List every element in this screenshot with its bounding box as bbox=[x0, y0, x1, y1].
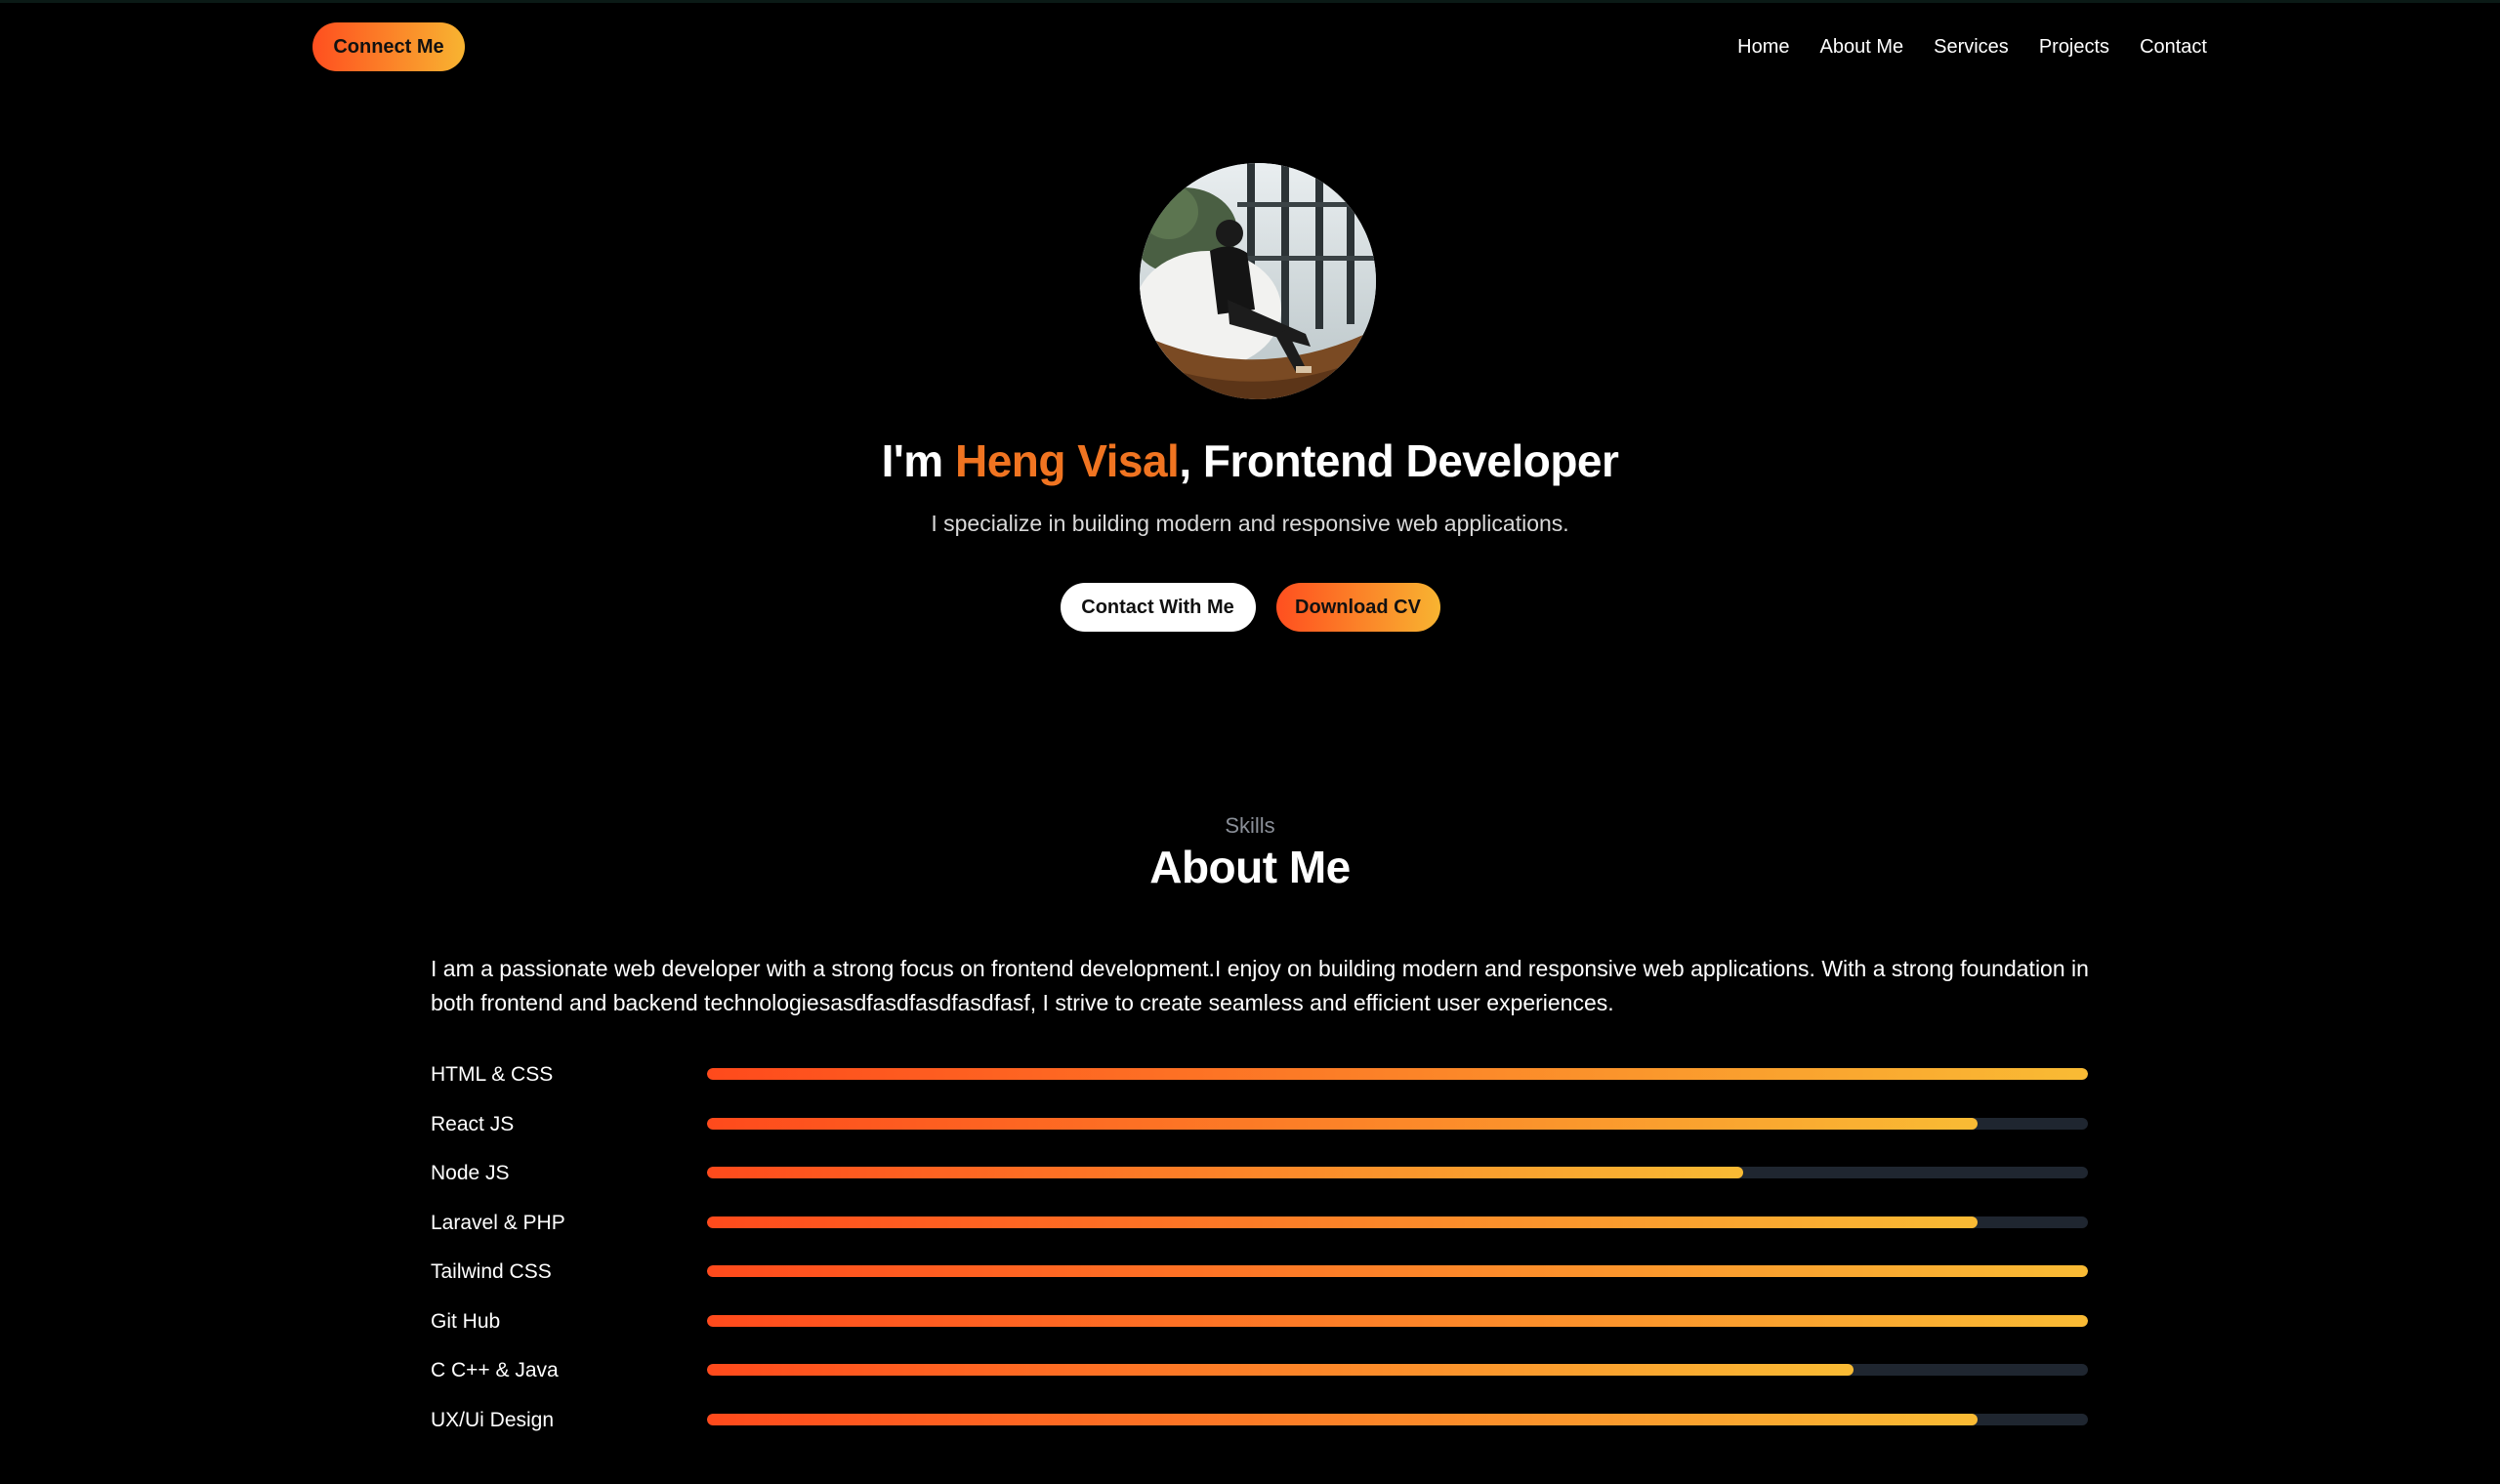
hero-buttons: Contact With Me Download CV bbox=[0, 583, 2500, 632]
skill-progress-track bbox=[707, 1314, 2088, 1327]
skill-progress-track bbox=[707, 1364, 2088, 1376]
skill-row: HTML & CSS bbox=[431, 1057, 2088, 1107]
section-title: About Me bbox=[1149, 842, 1351, 892]
hero-name: Heng Visal bbox=[954, 435, 1180, 486]
skill-row: Git Hub bbox=[431, 1304, 2088, 1354]
skill-label: Tailwind CSS bbox=[431, 1260, 552, 1283]
hero-title-suffix: , Frontend Developer bbox=[1179, 435, 1619, 486]
skill-progress-track bbox=[707, 1265, 2088, 1277]
skill-progress-fill bbox=[707, 1216, 1978, 1228]
skill-label: Node JS bbox=[431, 1162, 510, 1184]
skill-progress-track bbox=[707, 1117, 2088, 1130]
skill-progress-track bbox=[707, 1068, 2088, 1080]
skill-row: UX/Ui Design bbox=[431, 1403, 2088, 1453]
hero-title: I'm Heng Visal, Frontend Developer bbox=[0, 434, 2500, 487]
skill-progress-fill bbox=[707, 1314, 2088, 1327]
skill-label: HTML & CSS bbox=[431, 1063, 554, 1086]
nav-link-about[interactable]: About Me bbox=[1820, 36, 1904, 59]
skill-progress-fill bbox=[707, 1265, 2088, 1277]
profile-photo bbox=[1140, 163, 1376, 399]
skill-row: C C++ & Java bbox=[431, 1353, 2088, 1403]
skill-progress-fill bbox=[707, 1068, 2088, 1080]
skill-progress-fill bbox=[707, 1117, 1978, 1130]
skill-progress-fill bbox=[707, 1167, 1743, 1178]
nav-link-contact[interactable]: Contact bbox=[2140, 36, 2207, 59]
skill-progress-fill bbox=[707, 1413, 1978, 1425]
skill-label: Laravel & PHP bbox=[431, 1211, 565, 1234]
hero-subtitle: I specialize in building modern and resp… bbox=[931, 511, 1569, 536]
skill-label: Git Hub bbox=[431, 1309, 501, 1333]
nav-link-projects[interactable]: Projects bbox=[2039, 36, 2109, 59]
connect-me-button[interactable]: Connect Me bbox=[312, 22, 465, 71]
section-eyebrow: Skills bbox=[1225, 813, 1275, 838]
skill-progress-track bbox=[707, 1413, 2088, 1425]
about-paragraph: I am a passionate web developer with a s… bbox=[431, 956, 2089, 1015]
download-cv-button[interactable]: Download CV bbox=[1275, 583, 1440, 632]
skill-row: React JS bbox=[431, 1107, 2088, 1157]
profile-avatar bbox=[1140, 163, 1376, 399]
skill-label: C C++ & Java bbox=[431, 1359, 559, 1381]
skill-row: Node JS bbox=[431, 1156, 2088, 1206]
nav-link-services[interactable]: Services bbox=[1934, 36, 2009, 59]
portfolio-page: Connect Me Home About Me Services Projec… bbox=[0, 0, 2500, 1484]
skill-progress-fill bbox=[707, 1364, 1854, 1376]
top-nav: Connect Me Home About Me Services Projec… bbox=[312, 22, 2207, 77]
skills-list: HTML & CSS React JS Node JS Laravel & PHP Ta… bbox=[431, 1057, 2088, 1452]
skill-label: UX/Ui Design bbox=[431, 1408, 555, 1431]
contact-with-me-button[interactable]: Contact With Me bbox=[1060, 583, 1256, 632]
hero-title-prefix: I'm bbox=[881, 435, 955, 486]
skill-row: Laravel & PHP bbox=[431, 1206, 2088, 1256]
skill-row: Tailwind CSS bbox=[431, 1255, 2088, 1304]
nav-link-home[interactable]: Home bbox=[1737, 36, 1789, 59]
nav-links: Home About Me Services Projects Contact bbox=[1737, 22, 2207, 71]
skill-progress-track bbox=[707, 1167, 2088, 1178]
skill-label: React JS bbox=[431, 1112, 515, 1135]
skill-progress-track bbox=[707, 1216, 2088, 1228]
